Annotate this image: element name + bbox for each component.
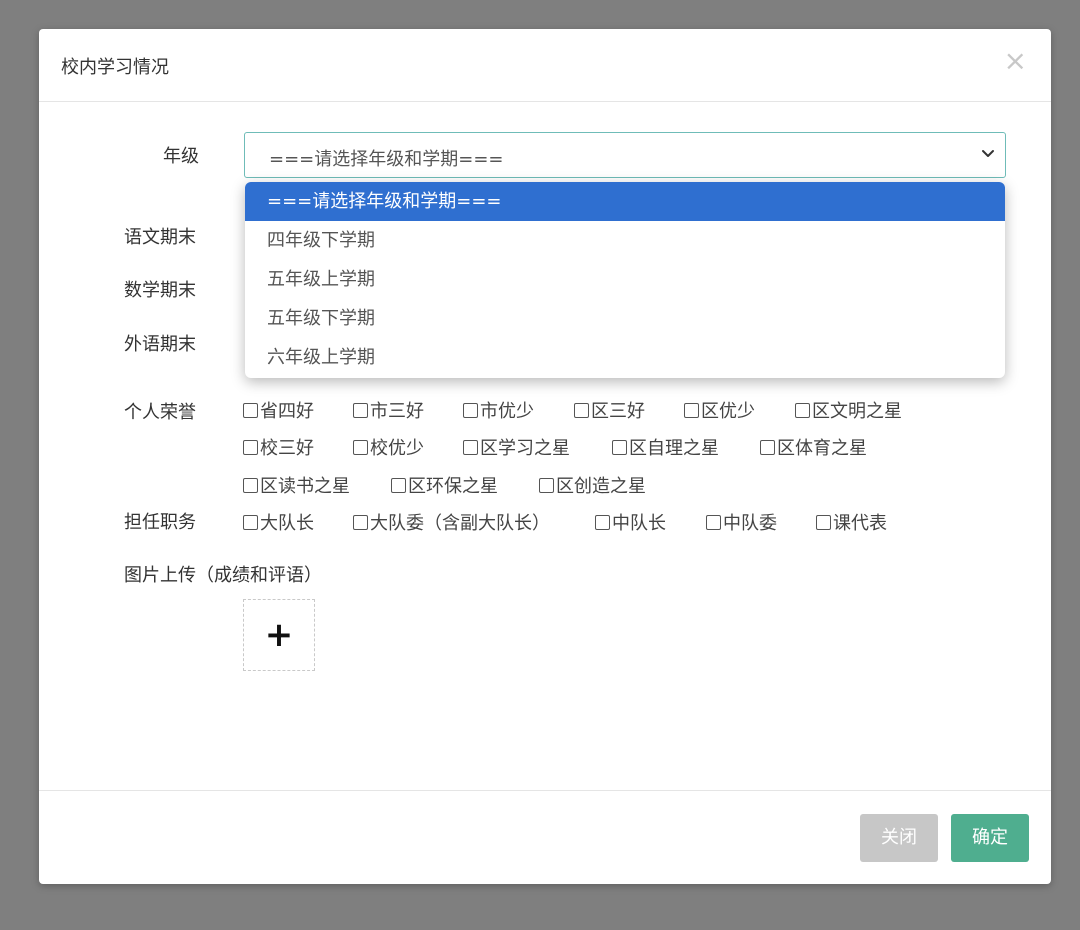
grade-label: 年级 — [163, 146, 199, 167]
checkbox-box[interactable] — [353, 402, 368, 418]
honor-label: 区学习之星 — [480, 438, 570, 459]
duty-checkbox[interactable]: 大队长 — [243, 509, 314, 535]
honor-label: 区读书之星 — [260, 476, 350, 497]
checkbox-box[interactable] — [463, 402, 478, 418]
duty-checkbox[interactable]: 大队委（含副大队长） — [353, 509, 550, 535]
foreign-final-label: 外语期末 — [124, 334, 196, 355]
checkbox-box[interactable] — [706, 514, 721, 530]
duty-label: 大队委（含副大队长） — [370, 513, 550, 534]
duty-checkbox[interactable]: 中队委 — [706, 509, 777, 535]
duty-checkbox[interactable]: 课代表 — [816, 509, 887, 535]
honor-label: 区创造之星 — [556, 476, 646, 497]
checkbox-box[interactable] — [684, 402, 699, 418]
checkbox-box[interactable] — [243, 439, 258, 455]
honor-checkbox[interactable]: 区读书之星 — [243, 472, 350, 498]
chevron-down-icon — [982, 150, 994, 157]
honor-checkbox[interactable]: 市优少 — [463, 397, 534, 423]
plus-icon: + — [264, 615, 294, 655]
checkbox-box[interactable] — [612, 439, 627, 455]
honor-checkbox[interactable]: 区创造之星 — [539, 472, 646, 498]
honor-checkbox[interactable]: 校优少 — [353, 434, 424, 460]
checkbox-box[interactable] — [391, 477, 406, 493]
image-upload-button[interactable]: + — [243, 599, 315, 671]
honor-label: 区文明之星 — [812, 401, 902, 422]
duty-label: 大队长 — [260, 513, 314, 534]
honor-checkbox[interactable]: 省四好 — [243, 397, 314, 423]
grade-dropdown-list: ===请选择年级和学期=== 四年级下学期 五年级上学期 五年级下学期 六年级上… — [245, 182, 1005, 378]
grade-option[interactable]: 五年级下学期 — [245, 299, 1005, 338]
checkbox-box[interactable] — [816, 514, 831, 530]
honor-checkbox[interactable]: 市三好 — [353, 397, 424, 423]
checkbox-box[interactable] — [353, 439, 368, 455]
honor-checkbox[interactable]: 区自理之星 — [612, 434, 719, 460]
checkbox-box[interactable] — [574, 402, 589, 418]
confirm-button[interactable]: 确定 — [951, 814, 1029, 862]
honor-label: 省四好 — [260, 401, 314, 422]
honor-label: 校三好 — [260, 438, 314, 459]
duty-label: 中队委 — [723, 513, 777, 534]
chinese-final-label: 语文期末 — [124, 227, 196, 248]
honors-label: 个人荣誉 — [124, 402, 196, 423]
modal-header: 校内学习情况 × — [39, 29, 1051, 102]
honor-label: 区优少 — [701, 401, 755, 422]
close-button[interactable]: 关闭 — [860, 814, 938, 862]
checkbox-box[interactable] — [595, 514, 610, 530]
honor-checkbox[interactable]: 校三好 — [243, 434, 314, 460]
honor-checkbox[interactable]: 区优少 — [684, 397, 755, 423]
checkbox-box[interactable] — [760, 439, 775, 455]
checkbox-box[interactable] — [243, 402, 258, 418]
honor-checkbox[interactable]: 区文明之星 — [795, 397, 902, 423]
honor-label: 区体育之星 — [777, 438, 867, 459]
honor-label: 市优少 — [480, 401, 534, 422]
honor-label: 校优少 — [370, 438, 424, 459]
honor-checkbox[interactable]: 区学习之星 — [463, 434, 570, 460]
duty-label: 中队长 — [612, 513, 666, 534]
grade-option[interactable]: 六年级上学期 — [245, 338, 1005, 377]
grade-option[interactable]: 五年级上学期 — [245, 260, 1005, 299]
checkbox-box[interactable] — [539, 477, 554, 493]
checkbox-box[interactable] — [463, 439, 478, 455]
checkbox-box[interactable] — [243, 514, 258, 530]
grade-select[interactable]: ===请选择年级和学期=== — [244, 132, 1006, 178]
modal-title: 校内学习情况 — [61, 57, 169, 78]
close-icon[interactable]: × — [1004, 47, 1027, 75]
duties-label: 担任职务 — [124, 512, 196, 533]
checkbox-box[interactable] — [243, 477, 258, 493]
duty-checkbox[interactable]: 中队长 — [595, 509, 666, 535]
honor-label: 区环保之星 — [408, 476, 498, 497]
grade-option[interactable]: ===请选择年级和学期=== — [245, 182, 1005, 221]
checkbox-box[interactable] — [353, 514, 368, 530]
honor-label: 区三好 — [591, 401, 645, 422]
upload-label: 图片上传（成绩和评语） — [124, 565, 322, 586]
math-final-label: 数学期末 — [124, 280, 196, 301]
footer-divider — [39, 790, 1051, 791]
study-info-modal: 校内学习情况 × 年级 ===请选择年级和学期=== ===请选择年级和学期==… — [39, 29, 1051, 884]
honor-checkbox[interactable]: 区体育之星 — [760, 434, 867, 460]
honor-label: 区自理之星 — [629, 438, 719, 459]
honor-checkbox[interactable]: 区环保之星 — [391, 472, 498, 498]
grade-option[interactable]: 四年级下学期 — [245, 221, 1005, 260]
grade-select-value: ===请选择年级和学期=== — [269, 149, 504, 170]
checkbox-box[interactable] — [795, 402, 810, 418]
duty-label: 课代表 — [833, 513, 887, 534]
honor-checkbox[interactable]: 区三好 — [574, 397, 645, 423]
honor-label: 市三好 — [370, 401, 424, 422]
